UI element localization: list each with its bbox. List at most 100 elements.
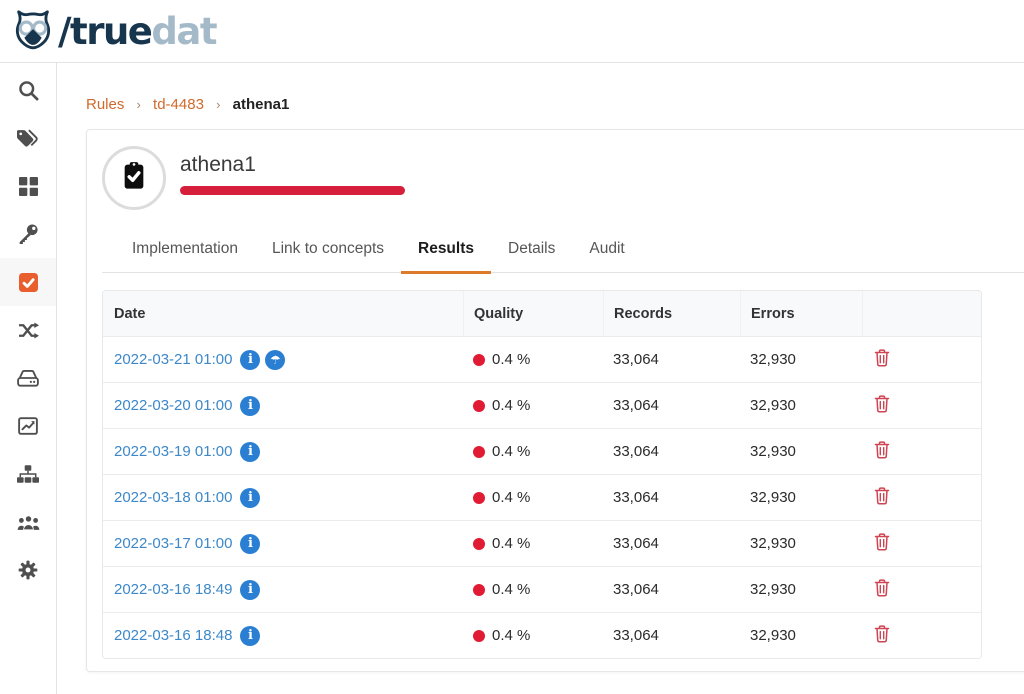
quality-value: 0.4 % bbox=[492, 351, 530, 368]
info-icon[interactable]: i bbox=[240, 626, 260, 646]
main-content: Rules › td-4483 › athena1 athena1 bbox=[58, 63, 1024, 694]
delete-result-button[interactable] bbox=[874, 441, 890, 462]
search-icon bbox=[18, 80, 39, 101]
table-header-row: Date Quality Records Errors bbox=[103, 291, 981, 336]
quality-value: 0.4 % bbox=[492, 581, 530, 598]
breadcrumb-rule-id[interactable]: td-4483 bbox=[153, 96, 204, 113]
errors-value: 32,930 bbox=[740, 581, 862, 598]
delete-result-button[interactable] bbox=[874, 349, 890, 370]
tab-details[interactable]: Details bbox=[491, 240, 572, 272]
records-value: 33,064 bbox=[603, 581, 740, 598]
info-icon[interactable]: i bbox=[240, 488, 260, 508]
delete-result-button[interactable] bbox=[874, 487, 890, 508]
quality-value: 0.4 % bbox=[492, 489, 530, 506]
sidebar-item-quality[interactable] bbox=[0, 258, 56, 306]
info-icon[interactable]: i bbox=[240, 534, 260, 554]
info-icon[interactable]: i bbox=[240, 350, 260, 370]
table-row: 2022-03-21 01:00 i ☂ 0.4 % 33,064 32,930 bbox=[103, 336, 981, 382]
errors-value: 32,930 bbox=[740, 489, 862, 506]
info-icon[interactable]: i bbox=[240, 442, 260, 462]
errors-value: 32,930 bbox=[740, 397, 862, 414]
sidebar-item-dashboard[interactable] bbox=[0, 162, 56, 210]
check-square-icon bbox=[19, 273, 38, 292]
umbrella-icon[interactable]: ☂ bbox=[265, 350, 285, 370]
errors-value: 32,930 bbox=[740, 535, 862, 552]
tab-results[interactable]: Results bbox=[401, 240, 491, 274]
chart-line-icon bbox=[18, 417, 38, 435]
quality-value: 0.4 % bbox=[492, 443, 530, 460]
clipboard-check-icon bbox=[118, 160, 150, 197]
delete-result-button[interactable] bbox=[874, 579, 890, 600]
quality-status-dot bbox=[473, 446, 485, 458]
tab-link-to-concepts[interactable]: Link to concepts bbox=[255, 240, 401, 272]
table-row: 2022-03-18 01:00 i 0.4 % 33,064 32,930 bbox=[103, 474, 981, 520]
owl-icon bbox=[10, 8, 56, 54]
results-table: Date Quality Records Errors 2022-03-21 0… bbox=[102, 290, 982, 659]
sidebar-item-lineage[interactable] bbox=[0, 306, 56, 354]
errors-value: 32,930 bbox=[740, 351, 862, 368]
result-date-link[interactable]: 2022-03-21 01:00 bbox=[114, 351, 232, 368]
breadcrumb: Rules › td-4483 › athena1 bbox=[58, 63, 1024, 113]
quality-status-dot bbox=[473, 538, 485, 550]
info-icon[interactable]: i bbox=[240, 580, 260, 600]
breadcrumb-separator: › bbox=[216, 97, 220, 112]
quality-status-dot bbox=[473, 584, 485, 596]
records-value: 33,064 bbox=[603, 351, 740, 368]
breadcrumb-separator: › bbox=[137, 97, 141, 112]
quality-status-dot bbox=[473, 492, 485, 504]
quality-status-dot bbox=[473, 354, 485, 366]
result-date-link[interactable]: 2022-03-16 18:48 bbox=[114, 627, 232, 644]
gear-icon bbox=[18, 560, 38, 580]
table-row: 2022-03-17 01:00 i 0.4 % 33,064 32,930 bbox=[103, 520, 981, 566]
sidebar-item-search[interactable] bbox=[0, 66, 56, 114]
sitemap-icon bbox=[17, 465, 39, 483]
grid-icon bbox=[19, 177, 38, 196]
sidebar-item-settings[interactable] bbox=[0, 546, 56, 594]
result-date-link[interactable]: 2022-03-20 01:00 bbox=[114, 397, 232, 414]
delete-result-button[interactable] bbox=[874, 625, 890, 646]
tab-implementation[interactable]: Implementation bbox=[115, 240, 255, 272]
breadcrumb-rules[interactable]: Rules bbox=[86, 96, 124, 113]
tags-icon bbox=[17, 129, 39, 147]
result-date-link[interactable]: 2022-03-17 01:00 bbox=[114, 535, 232, 552]
breadcrumb-current: athena1 bbox=[233, 96, 290, 113]
table-row: 2022-03-19 01:00 i 0.4 % 33,064 32,930 bbox=[103, 428, 981, 474]
records-value: 33,064 bbox=[603, 489, 740, 506]
table-row: 2022-03-16 18:48 i 0.4 % 33,064 32,930 bbox=[103, 612, 981, 658]
records-value: 33,064 bbox=[603, 627, 740, 644]
errors-value: 32,930 bbox=[740, 443, 862, 460]
errors-value: 32,930 bbox=[740, 627, 862, 644]
result-date-link[interactable]: 2022-03-16 18:49 bbox=[114, 581, 232, 598]
result-date-link[interactable]: 2022-03-18 01:00 bbox=[114, 489, 232, 506]
app-header: /truedat bbox=[0, 0, 1024, 63]
shuffle-icon bbox=[18, 322, 39, 339]
logo-text: /truedat bbox=[58, 13, 216, 50]
sidebar bbox=[0, 63, 57, 694]
sidebar-item-structures[interactable] bbox=[0, 450, 56, 498]
quality-value: 0.4 % bbox=[492, 397, 530, 414]
quality-status-dot bbox=[473, 400, 485, 412]
quality-value: 0.4 % bbox=[492, 535, 530, 552]
rule-avatar bbox=[102, 146, 166, 210]
rule-quality-bar bbox=[180, 186, 405, 195]
sidebar-item-permissions[interactable] bbox=[0, 210, 56, 258]
column-header-records: Records bbox=[603, 291, 740, 336]
rule-title: athena1 bbox=[180, 153, 405, 177]
table-row: 2022-03-20 01:00 i 0.4 % 33,064 32,930 bbox=[103, 382, 981, 428]
delete-result-button[interactable] bbox=[874, 533, 890, 554]
column-header-date: Date bbox=[103, 291, 463, 336]
sidebar-item-data-sources[interactable] bbox=[0, 354, 56, 402]
quality-status-dot bbox=[473, 630, 485, 642]
info-icon[interactable]: i bbox=[240, 396, 260, 416]
rule-header: athena1 bbox=[102, 146, 1024, 210]
rule-card: athena1 Implementation Link to concepts … bbox=[86, 129, 1024, 672]
truedat-logo[interactable]: /truedat bbox=[10, 8, 216, 54]
sidebar-item-tags[interactable] bbox=[0, 114, 56, 162]
result-date-link[interactable]: 2022-03-19 01:00 bbox=[114, 443, 232, 460]
delete-result-button[interactable] bbox=[874, 395, 890, 416]
quality-value: 0.4 % bbox=[492, 627, 530, 644]
sidebar-item-charts[interactable] bbox=[0, 402, 56, 450]
sidebar-item-users[interactable] bbox=[0, 498, 56, 546]
records-value: 33,064 bbox=[603, 397, 740, 414]
tab-audit[interactable]: Audit bbox=[572, 240, 641, 272]
